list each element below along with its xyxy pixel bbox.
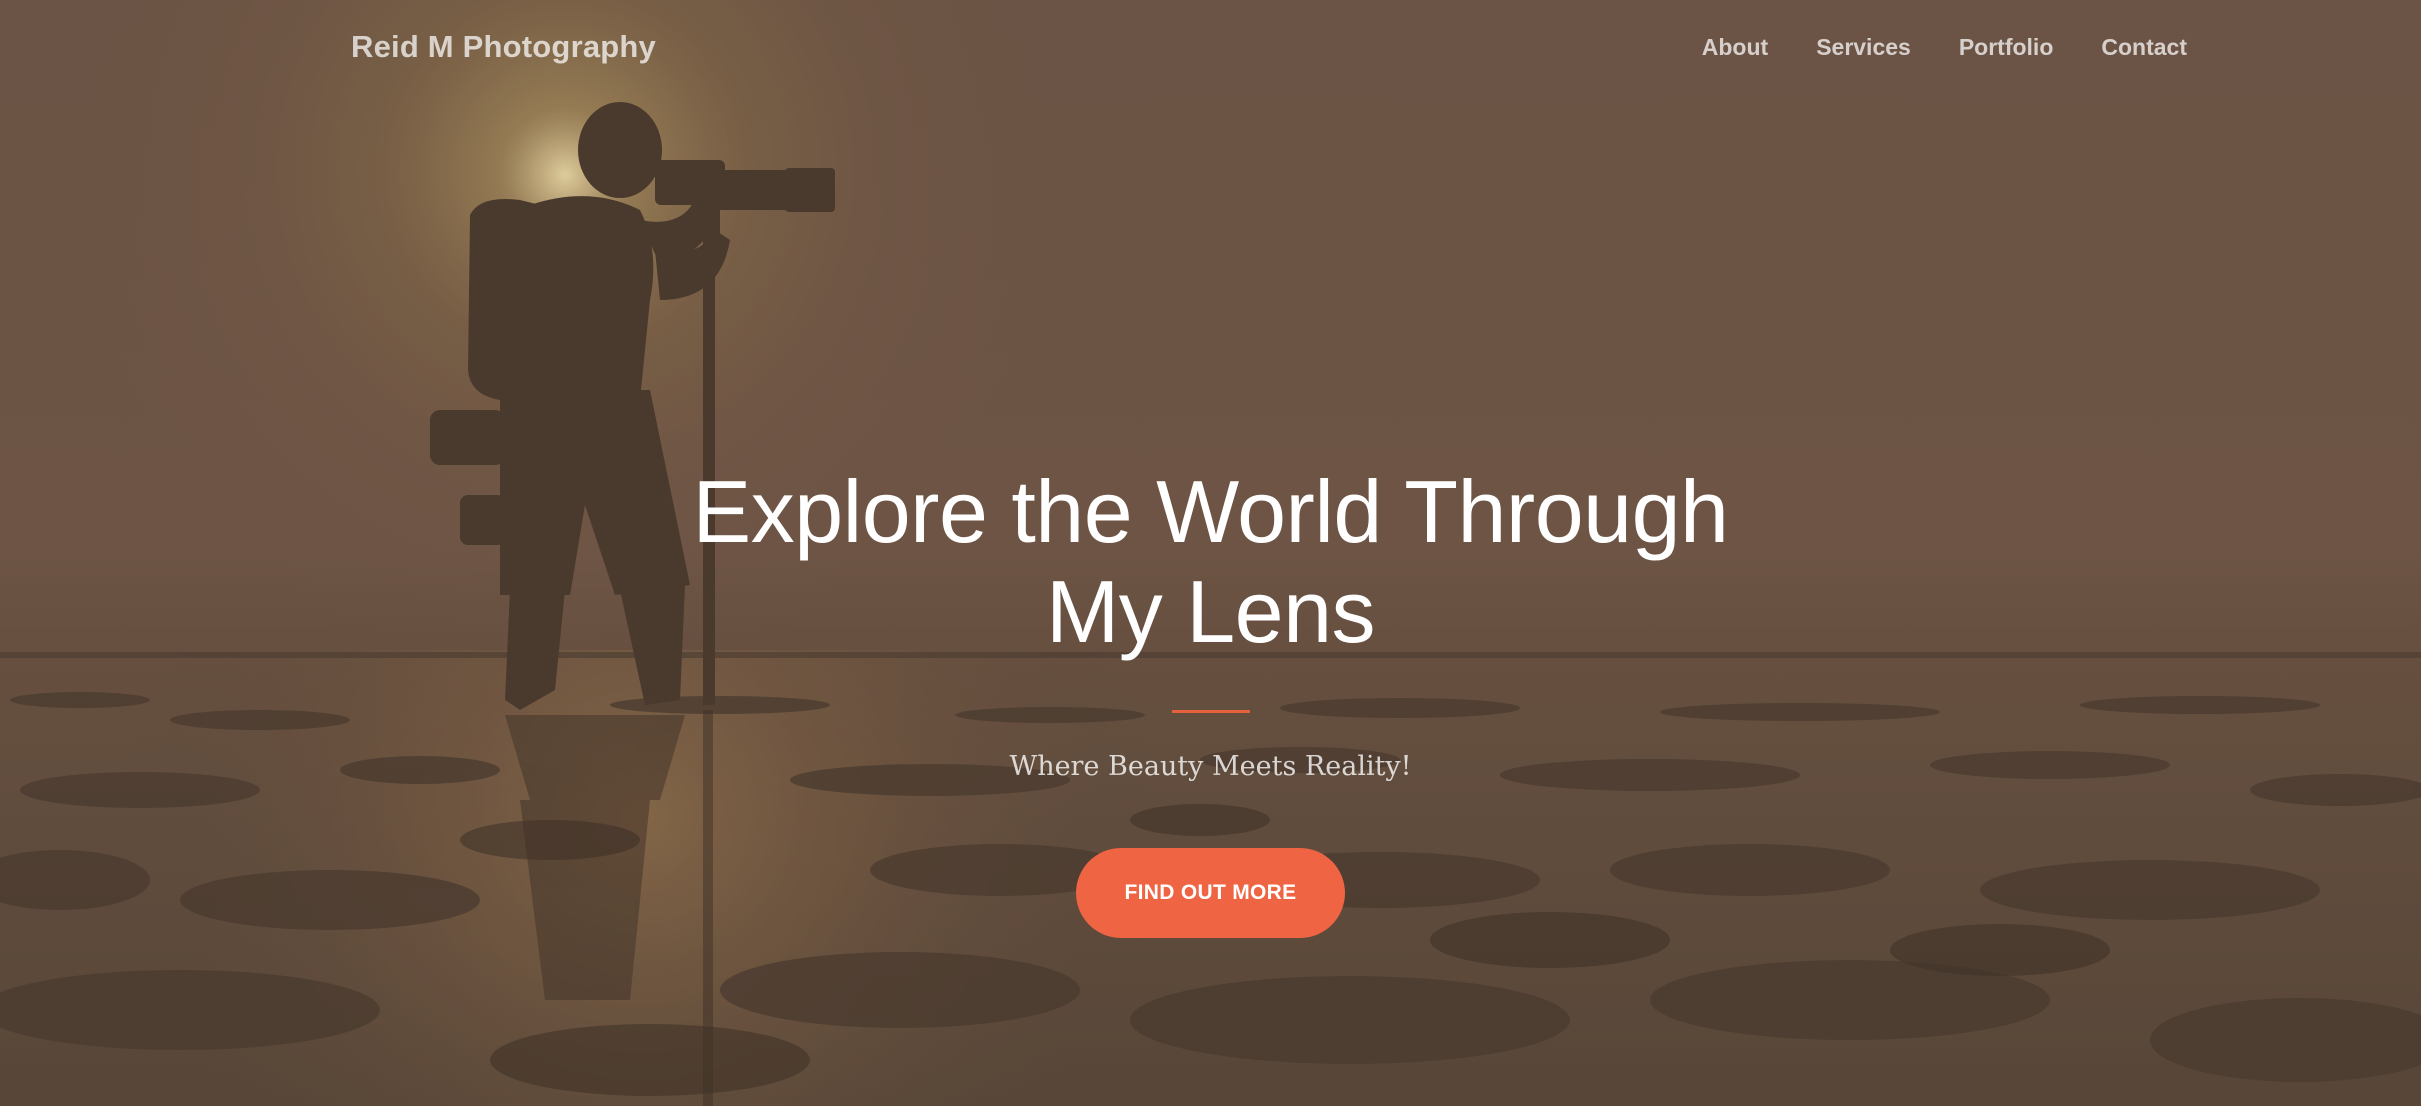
nav-link-about[interactable]: About <box>1702 34 1768 61</box>
hero-divider <box>1171 710 1250 713</box>
nav-link-services[interactable]: Services <box>1816 34 1911 61</box>
nav-links: About Services Portfolio Contact <box>1654 34 2187 61</box>
nav-link-portfolio[interactable]: Portfolio <box>1959 34 2054 61</box>
brand-logo-link[interactable]: Reid M Photography <box>351 29 656 65</box>
hero-section: Reid M Photography About Services Portfo… <box>0 0 2421 1106</box>
hero-subtitle: Where Beauty Meets Reality! <box>1009 751 1412 782</box>
find-out-more-button[interactable]: FIND OUT MORE <box>1076 848 1345 938</box>
top-navbar: Reid M Photography About Services Portfo… <box>0 0 2421 100</box>
hero-title: Explore the World Through My Lens <box>692 462 1729 661</box>
nav-link-contact[interactable]: Contact <box>2101 34 2187 61</box>
hero-content: Explore the World Through My Lens Where … <box>0 462 2421 938</box>
